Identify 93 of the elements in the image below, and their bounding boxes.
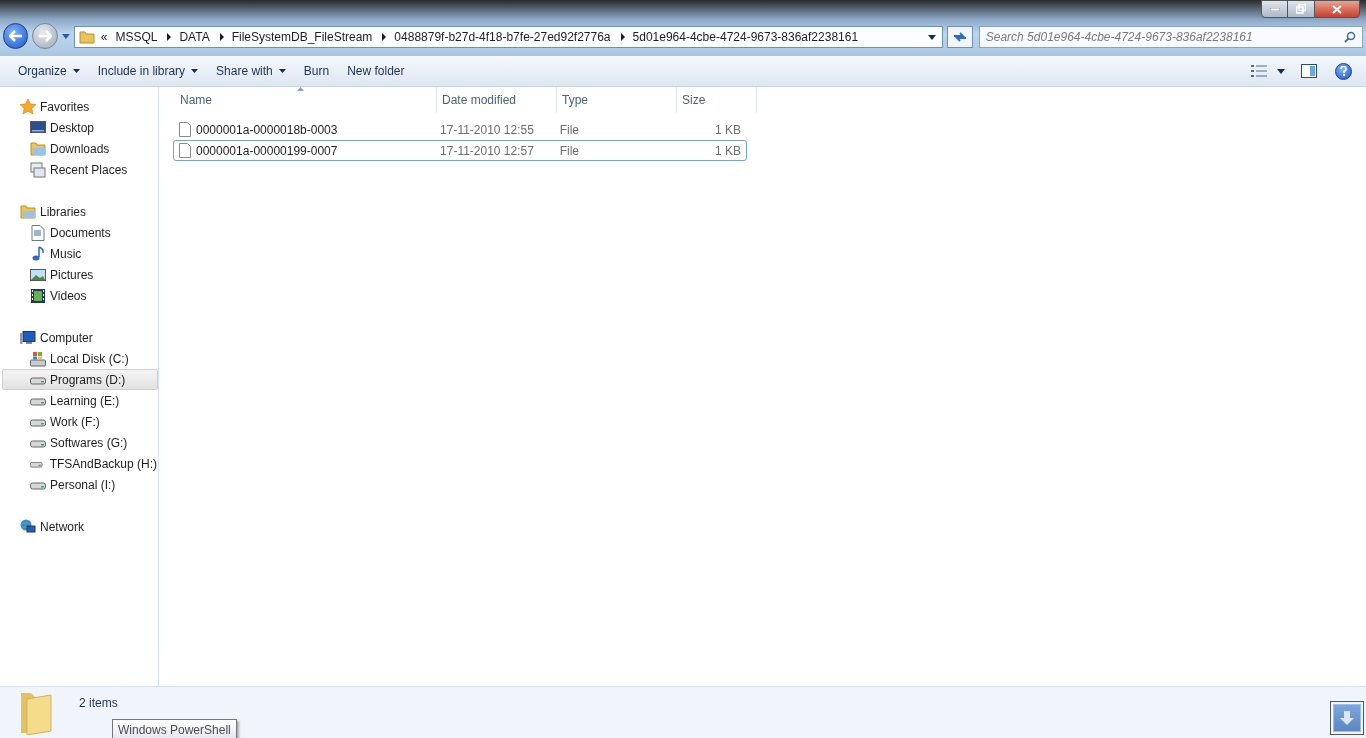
file-row[interactable]: 0000001a-0000018b-0003 17-11-2010 12:55 File 1 KB [173,119,747,140]
down-arrow-icon [1339,710,1355,726]
refresh-icon [953,31,968,43]
nav-item[interactable]: Downloads [2,138,158,159]
nav-item[interactable]: Softwares (G:) [2,432,158,453]
nav-item[interactable]: Work (F:) [2,411,158,432]
search-input: Search 5d01e964-4cbe-4724-9673-836af2238161 [985,28,1344,46]
toolbar-button[interactable]: Organize [9,60,89,82]
table-cell-text: 17-11-2010 12:57 [439,142,535,160]
details-view-icon [1251,65,1267,77]
scroll-down-button[interactable] [1330,701,1364,735]
separator-arrow-icon[interactable] [219,33,224,41]
nav-item[interactable]: Learning (E:) [2,390,158,411]
breadcrumb[interactable]: FileSystemDB_FileStream [231,28,373,46]
overflow-chevrons[interactable]: « [100,28,108,46]
address-bar[interactable]: « MSSQL DATA FileSystemDB_FileStream 0488879f-b27d-4f18-b7fe-27ed92f2776a 5d01e964-4cbe-4724-9673-836af2238161 [73,26,944,48]
breadcrumb[interactable]: 5d01e964-4cbe-4724-9673-836af2238161 [632,28,859,46]
systemdisk-icon [30,350,46,367]
forward-button[interactable] [32,23,58,49]
caret-icon [191,69,199,73]
toolbar-button[interactable]: New folder [338,60,414,82]
preview-pane-button[interactable] [1301,64,1317,78]
nav-item[interactable]: Recent Places [2,159,158,180]
close-button[interactable] [1314,0,1360,18]
nav-item[interactable]: Videos [2,285,158,306]
caret-icon [278,69,286,73]
desktop-icon [30,119,46,136]
preview-pane-icon [1301,64,1317,78]
forward-arrow-icon [38,30,53,42]
breadcrumb[interactable]: DATA [179,28,210,46]
back-arrow-icon [8,30,23,42]
table-cell-text: 1 KB [714,121,742,139]
toolbar-button[interactable]: Burn [294,60,339,82]
folder-icon [78,30,95,44]
recent-icon [30,161,46,178]
sort-arrow-icon [297,87,304,91]
back-button[interactable] [3,23,29,49]
document-icon [30,224,46,241]
item-count: 2 items [79,695,118,712]
nav-item[interactable]: Documents [2,222,158,243]
nav-item[interactable]: Network [2,516,158,537]
file-name: 0000001a-0000018b-0003 [196,121,338,139]
nav-item[interactable]: Pictures [2,264,158,285]
table-cell-text: File [558,121,580,139]
search-icon [1344,31,1356,43]
nav-item[interactable]: Music [2,243,158,264]
nav-item[interactable]: Favorites [2,96,158,117]
caret-icon [72,69,80,73]
nav-item[interactable]: TFSAndBackup (H:) [2,453,158,474]
video-icon [30,287,46,304]
picture-icon [30,266,46,283]
nav-item[interactable]: Programs (D:) [2,369,158,390]
nav-item[interactable]: Personal (I:) [2,474,158,495]
restore-button[interactable] [1288,0,1314,18]
separator-arrow-icon[interactable] [382,33,387,41]
nav-item[interactable]: Computer [2,327,158,348]
close-icon [1332,4,1342,14]
minimize-icon [1269,7,1280,11]
column-header[interactable]: Type [557,87,677,113]
network-icon [20,518,36,535]
toolbar-button[interactable]: Include in library [88,60,208,82]
column-header[interactable]: Size [677,87,757,113]
refresh-button[interactable] [947,26,973,48]
separator-arrow-icon[interactable] [167,33,172,41]
table-cell-text: 17-11-2010 12:55 [439,121,535,139]
file-name: 0000001a-00000199-0007 [196,142,338,160]
music-icon [30,245,46,262]
folder-icon [20,203,36,220]
nav-item[interactable]: Local Disk (C:) [2,348,158,369]
help-icon [1340,66,1347,76]
nav-item[interactable]: Desktop [2,117,158,138]
file-icon [179,143,191,158]
table-cell-text: File [558,142,580,160]
search-field[interactable]: Search 5d01e964-4cbe-4724-9673-836af2238161 [978,26,1363,48]
folder-icon [30,140,46,157]
caret-icon[interactable] [61,34,70,39]
column-header[interactable]: Date modified [437,87,557,113]
table-cell-text: 1 KB [714,142,742,160]
file-icon [179,122,191,137]
caret-icon [1277,68,1285,74]
file-row[interactable]: 0000001a-00000199-0007 17-11-2010 12:57 File 1 KB [173,140,747,161]
breadcrumb[interactable]: MSSQL [115,28,158,46]
computer-icon [20,329,36,346]
nav-item[interactable]: Libraries [2,201,158,222]
toolbar-button[interactable]: Share with [207,60,295,82]
star-icon [20,98,36,115]
help-button[interactable] [1335,62,1352,80]
minimize-button[interactable] [1261,0,1288,18]
separator-arrow-icon[interactable] [620,33,625,41]
tooltip: Windows PowerShell [112,719,237,738]
dropdown-caret-icon[interactable] [928,34,937,40]
restore-icon [1296,4,1306,14]
breadcrumb[interactable]: 0488879f-b27d-4f18-b7fe-27ed92f2776a [394,28,611,46]
